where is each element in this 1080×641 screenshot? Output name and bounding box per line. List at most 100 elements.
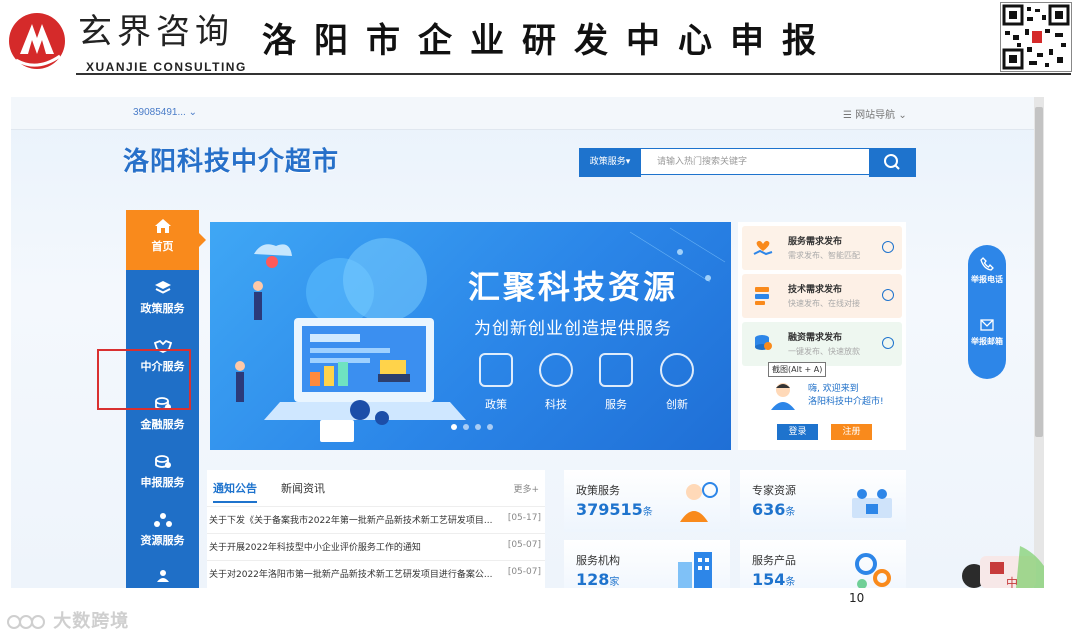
heart-hand-icon bbox=[753, 240, 773, 256]
xuanjie-logo bbox=[9, 13, 65, 69]
home-icon bbox=[154, 219, 171, 233]
welcome-line-2: 洛阳科技中介超市! bbox=[808, 397, 884, 407]
watermark-logo-icon bbox=[7, 615, 45, 629]
finance-demand-card[interactable]: 融资需求发布 一键发布、快速放款 bbox=[742, 322, 902, 366]
news-title: 关于开展2022年科技型中小企业评价服务工作的通知 bbox=[209, 543, 421, 553]
banner-label-innovation: 创新 bbox=[666, 398, 688, 411]
welcome-line-1: 嗨, 欢迎来到 bbox=[808, 384, 859, 394]
stat-service-products[interactable]: 服务产品 154条 bbox=[740, 540, 906, 588]
sidebar-item-label: 首页 bbox=[151, 240, 174, 253]
arrow-right-icon[interactable] bbox=[882, 337, 894, 349]
banner-label-service: 服务 bbox=[605, 398, 627, 411]
register-button[interactable]: 注册 bbox=[831, 424, 872, 440]
carousel-dot-active[interactable] bbox=[451, 424, 457, 430]
search-category-select[interactable]: 政策服务▾ bbox=[579, 148, 641, 177]
stat-label: 服务产品 bbox=[752, 554, 796, 567]
stat-label: 服务机构 bbox=[576, 554, 620, 567]
carousel-dot[interactable] bbox=[487, 424, 493, 430]
news-date: [05-17] bbox=[507, 513, 541, 523]
molecule-icon bbox=[539, 353, 573, 387]
service-card-subtitle: 一键发布、快速放款 bbox=[788, 347, 860, 356]
tab-notices[interactable]: 通知公告 bbox=[213, 480, 257, 503]
page-number: 10 bbox=[849, 591, 865, 605]
search-button[interactable] bbox=[869, 148, 916, 177]
search-icon bbox=[884, 154, 900, 170]
gears-icon bbox=[855, 553, 891, 588]
active-indicator bbox=[199, 233, 206, 247]
sidebar-item-label: 申报服务 bbox=[140, 476, 185, 489]
sidebar-item-home[interactable]: 首页 bbox=[126, 210, 199, 270]
search-input[interactable]: 请输入热门搜索关键字 bbox=[641, 148, 869, 175]
stat-policy-services[interactable]: 政策服务 379515条 bbox=[564, 470, 730, 532]
arrow-right-icon[interactable] bbox=[882, 241, 894, 253]
corner-char: 中 bbox=[1006, 576, 1019, 588]
corner-widget bbox=[962, 546, 1044, 588]
more-link[interactable]: 更多+ bbox=[513, 482, 539, 495]
carousel-dot[interactable] bbox=[463, 424, 469, 430]
news-row[interactable]: 关于下发《关于备案我市2022年第一批新产品新技术新工艺研发项目... [05-… bbox=[207, 506, 545, 531]
hero-banner[interactable]: 汇聚科技资源 为创新创业创造提供服务 政策 科技 服务 创新 bbox=[210, 222, 731, 450]
report-icon bbox=[154, 455, 171, 468]
service-card-subtitle: 快速发布、在线对接 bbox=[788, 299, 860, 308]
news-date: [05-07] bbox=[507, 540, 541, 550]
news-row[interactable]: 关于开展2022年科技型中小企业评价服务工作的通知 [05-07] bbox=[207, 533, 545, 558]
account-dropdown[interactable]: 39085491... ⌄ bbox=[133, 107, 197, 118]
stat-value: 154条 bbox=[752, 570, 796, 588]
stat-value: 636条 bbox=[752, 500, 796, 519]
service-card-title: 服务需求发布 bbox=[788, 237, 843, 247]
login-button[interactable]: 登录 bbox=[777, 424, 818, 440]
sidebar-item-more[interactable] bbox=[126, 562, 199, 588]
sidebar-item-label: 政策服务 bbox=[140, 302, 185, 315]
stat-label: 专家资源 bbox=[752, 484, 796, 497]
report-phone-link[interactable]: 举报电话 bbox=[968, 275, 1006, 285]
stat-label: 政策服务 bbox=[576, 484, 620, 497]
arrow-right-icon[interactable] bbox=[882, 289, 894, 301]
sidebar-item-resources[interactable]: 资源服务 bbox=[126, 504, 199, 560]
heart-hand-icon bbox=[599, 353, 633, 387]
news-row[interactable]: 关于对2022年洛阳市第一批新产品新技术新工艺研发项目进行备案公... [05-… bbox=[207, 560, 545, 585]
phone-icon bbox=[980, 257, 994, 271]
highlight-box bbox=[97, 349, 191, 410]
people-icon bbox=[156, 570, 169, 582]
sidebar-item-declaration[interactable]: 申报服务 bbox=[126, 446, 199, 502]
banner-title: 汇聚科技资源 bbox=[468, 268, 679, 306]
brand-name: 玄界咨询 bbox=[78, 12, 234, 52]
site-navigation-menu[interactable]: ☰ 网站导航 ⌄ bbox=[843, 106, 907, 121]
news-title: 关于下发《关于备案我市2022年第一批新产品新技术新工艺研发项目... bbox=[209, 516, 493, 526]
banner-label-policy: 政策 bbox=[485, 398, 507, 411]
news-panel: 通知公告 新闻资讯 更多+ 关于下发《关于备案我市2022年第一批新产品新技术新… bbox=[207, 470, 545, 588]
database-icon bbox=[755, 287, 769, 305]
floating-contact-bar: 举报电话 举报邮箱 bbox=[968, 245, 1006, 379]
sidebar-item-label: 资源服务 bbox=[140, 534, 185, 547]
stat-value: 128家 bbox=[576, 570, 620, 588]
qr-code-icon bbox=[1000, 2, 1072, 72]
mail-icon bbox=[980, 319, 994, 331]
report-mail-link[interactable]: 举报邮箱 bbox=[968, 337, 1006, 347]
search-bar: 政策服务▾ 请输入热门搜索关键字 bbox=[579, 148, 916, 177]
banner-label-tech: 科技 bbox=[545, 398, 567, 411]
service-card-title: 融资需求发布 bbox=[788, 333, 843, 343]
site-title[interactable]: 洛阳科技中介超市 bbox=[123, 141, 339, 178]
tech-demand-card[interactable]: 技术需求发布 快速发布、在线对接 bbox=[742, 274, 902, 318]
stat-expert-resources[interactable]: 专家资源 636条 bbox=[740, 470, 906, 532]
avatar bbox=[771, 383, 795, 410]
bulb-icon bbox=[660, 353, 694, 387]
layers-icon bbox=[154, 281, 171, 294]
experts-icon bbox=[852, 489, 892, 518]
coins-icon bbox=[755, 335, 772, 350]
carousel-dot[interactable] bbox=[475, 424, 481, 430]
service-panel: 服务需求发布 需求发布、智能匹配 技术需求发布 快速发布、在线对接 融资需求发布… bbox=[738, 222, 906, 450]
building-icon bbox=[678, 552, 712, 588]
website-screenshot: 39085491... ⌄ ☰ 网站导航 ⌄ 洛阳科技中介超市 政策服务▾ 请输… bbox=[11, 97, 1044, 588]
tab-news[interactable]: 新闻资讯 bbox=[281, 480, 325, 496]
consultant-icon bbox=[680, 482, 718, 522]
screenshot-tooltip: 截图(Alt + A) bbox=[768, 362, 827, 377]
sidebar-item-policy[interactable]: 政策服务 bbox=[126, 272, 199, 328]
service-demand-card[interactable]: 服务需求发布 需求发布、智能匹配 bbox=[742, 226, 902, 270]
sidebar-item-label: 金融服务 bbox=[140, 418, 185, 431]
brand-name-english: XUANJIE CONSULTING bbox=[86, 60, 247, 74]
stat-service-agencies[interactable]: 服务机构 128家 bbox=[564, 540, 730, 588]
scrollbar-thumb[interactable] bbox=[1035, 107, 1043, 437]
header-divider bbox=[76, 73, 1071, 75]
stat-value: 379515条 bbox=[576, 500, 653, 519]
